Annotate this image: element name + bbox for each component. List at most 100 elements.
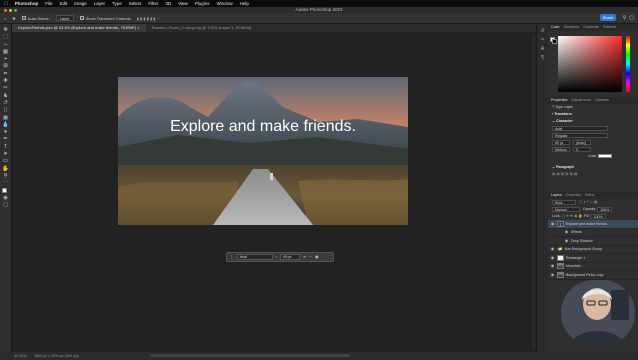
mountain-eye-icon[interactable]: ◉ xyxy=(550,262,555,271)
character-icon[interactable]: A xyxy=(541,46,544,52)
zoom-window-button[interactable] xyxy=(14,8,17,12)
menu-view[interactable]: View xyxy=(178,1,188,6)
font-size-field[interactable]: 69 pt xyxy=(552,139,570,145)
hand-icon[interactable]: ✋ xyxy=(2,166,9,173)
eraser-icon[interactable]: ▯ xyxy=(2,107,9,114)
history-brush-icon[interactable]: ↺ xyxy=(2,100,9,107)
pen-icon[interactable]: ✒ xyxy=(2,136,9,143)
layer-row-group[interactable]: ◉ ›📁 Nav Background Group xyxy=(548,245,638,254)
path-select-icon[interactable]: ➤ xyxy=(2,151,9,158)
auto-select-checkbox[interactable] xyxy=(21,16,26,21)
screen-mode-icon[interactable]: ▢ xyxy=(2,202,9,209)
type-icon[interactable]: T xyxy=(2,144,9,151)
artwork[interactable]: Explore and make friends. xyxy=(118,77,408,225)
drop-shadow-eye-icon[interactable]: ◉ xyxy=(564,237,569,246)
tab-adjustments[interactable]: Adjustments xyxy=(571,97,591,104)
color-swap-icon[interactable] xyxy=(2,187,9,195)
menu-app-name[interactable]: Photoshop xyxy=(15,1,39,6)
move-tool-icon[interactable]: ✥ xyxy=(12,16,15,21)
background-swatch[interactable] xyxy=(552,39,557,44)
healing-brush-icon[interactable]: ✚ xyxy=(2,78,9,85)
tab-swatches[interactable]: Swatches xyxy=(564,24,580,31)
align-icon[interactable]: ≡ xyxy=(303,255,305,259)
horizontal-scrollbar[interactable] xyxy=(150,354,350,357)
more-tools-icon[interactable]: ⋯ xyxy=(2,180,9,187)
layer-row-text[interactable]: ◉ T Explore and make friends. xyxy=(548,220,638,229)
ctx-size-field[interactable]: 69 pt xyxy=(280,254,301,260)
menu-3d[interactable]: 3D xyxy=(165,1,171,6)
group-eye-icon[interactable]: ◉ xyxy=(550,245,555,254)
foreground-color-swatch[interactable] xyxy=(2,187,7,193)
color-picker-field[interactable] xyxy=(558,36,622,92)
menu-type[interactable]: Type xyxy=(112,1,122,6)
menu-edit[interactable]: Edit xyxy=(60,1,68,6)
text-color-swatch[interactable] xyxy=(597,154,612,159)
tab-layers[interactable]: Layers xyxy=(551,192,562,199)
blend-mode-select[interactable]: Normal xyxy=(552,206,580,212)
brush-settings-icon[interactable]: ✑ xyxy=(540,37,544,43)
effects-eye-icon[interactable]: ◉ xyxy=(564,228,569,237)
zoom-icon[interactable]: ⚲ xyxy=(2,173,9,180)
lasso-icon[interactable]: ⤷ xyxy=(2,42,9,49)
layer-row-background[interactable]: ◉ Background Pinky copy xyxy=(548,271,638,280)
tab-patterns[interactable]: Patterns xyxy=(603,24,616,31)
tracking-field[interactable]: 0 xyxy=(573,146,591,152)
menu-file[interactable]: File xyxy=(45,1,52,6)
home-icon[interactable]: ⌂ xyxy=(4,16,6,21)
quick-mask-icon[interactable]: ◉ xyxy=(2,195,9,202)
font-style-select[interactable]: Regular xyxy=(552,132,608,138)
menu-plugins[interactable]: Plugins xyxy=(195,1,210,6)
layer-row-effects[interactable]: ◉ Effects xyxy=(548,228,638,237)
layer-row-rectangle[interactable]: ◉ Rectangle 1 xyxy=(548,254,638,263)
move-icon[interactable]: ✥ xyxy=(2,27,9,34)
tab-random-room[interactable]: Random_Room_1 copy.png @ 100% (Layer 1, … xyxy=(146,24,258,32)
marquee-icon[interactable]: ⬚ xyxy=(2,34,9,41)
frame-icon[interactable]: ⊠ xyxy=(2,63,9,70)
blur-icon[interactable]: 💧 xyxy=(2,122,9,129)
history-icon[interactable]: ↺ xyxy=(540,28,544,34)
menu-layer[interactable]: Layer xyxy=(94,1,105,6)
minimize-window-button[interactable] xyxy=(9,8,12,12)
kerning-field[interactable]: Metrics xyxy=(552,146,570,152)
apple-icon[interactable]:  xyxy=(4,1,8,7)
background-eye-icon[interactable]: ◉ xyxy=(550,271,555,280)
fill-field[interactable]: 100% xyxy=(590,213,606,219)
menu-window[interactable]: Window xyxy=(217,1,233,6)
tab-paths[interactable]: Paths xyxy=(585,192,594,199)
tab-channels[interactable]: Channels xyxy=(566,192,581,199)
ctx-panel-icon[interactable]: ▦ xyxy=(315,255,318,259)
vertical-scrollbar[interactable] xyxy=(532,36,535,348)
paragraph-icon[interactable]: ¶ xyxy=(541,55,544,61)
artwork-headline-text[interactable]: Explore and make friends. xyxy=(118,118,408,136)
auto-select-toggle[interactable]: Auto-Select: xyxy=(21,16,50,21)
transform-controls-toggle[interactable]: Show Transform Controls xyxy=(79,16,131,21)
dodge-icon[interactable]: ● xyxy=(2,129,9,136)
tab-libraries[interactable]: Libraries xyxy=(595,97,609,104)
transform-section[interactable]: › Transform xyxy=(548,111,638,118)
align-buttons-icon[interactable]: ▤ ▤ ▤ ▤ ▤ ▤ xyxy=(552,172,577,176)
menu-select[interactable]: Select xyxy=(129,1,142,6)
rectangle-icon[interactable]: ▭ xyxy=(2,158,9,165)
stamp-icon[interactable]: ♞ xyxy=(2,93,9,100)
menu-filter[interactable]: Filter xyxy=(148,1,158,6)
more-options-icon[interactable]: ⋯ xyxy=(309,255,313,259)
workspace-icon[interactable]: ▢ xyxy=(629,15,634,21)
auto-select-dropdown[interactable]: Layer xyxy=(55,15,74,21)
opacity-field[interactable]: 100% xyxy=(597,206,613,212)
tab-properties[interactable]: Properties xyxy=(551,97,567,104)
tab-color[interactable]: Color xyxy=(551,24,560,31)
lock-icons[interactable]: ▢ ✒ ✥ ▣ 🔒 xyxy=(562,214,583,218)
gradient-icon[interactable]: ▦ xyxy=(2,115,9,122)
zoom-level[interactable]: 33.33% xyxy=(14,354,26,358)
drag-handle-icon[interactable]: ⋮ xyxy=(230,255,234,259)
paragraph-section[interactable]: ⌄ Paragraph xyxy=(548,164,638,171)
leading-field[interactable]: (Auto) xyxy=(573,139,591,145)
object-select-icon[interactable]: ▩ xyxy=(2,49,9,56)
transform-controls-checkbox[interactable] xyxy=(79,16,84,21)
menu-help[interactable]: Help xyxy=(240,1,249,6)
layer-filter-kind[interactable]: Kind xyxy=(552,199,576,205)
eyedropper-icon[interactable]: ✒ xyxy=(2,71,9,78)
tab-explore-friends[interactable]: ExploreFriends.psd @ 33.3% (Explore and … xyxy=(12,24,146,32)
close-window-button[interactable] xyxy=(4,8,7,12)
filter-icons[interactable]: ▢ ● T ▭ ▩ xyxy=(579,200,597,204)
